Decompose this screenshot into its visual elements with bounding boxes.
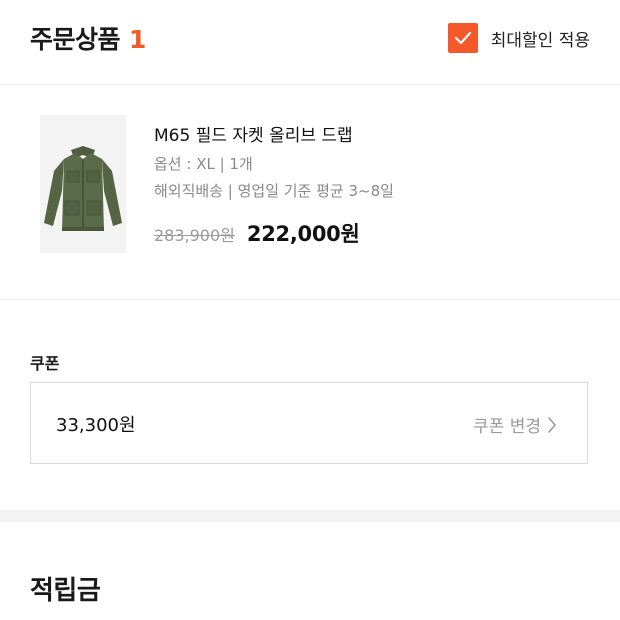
chevron-right-icon [548,416,556,433]
product-option: 옵션 : XL | 1개 [154,155,253,173]
order-products-title: 주문상품 1 [30,20,146,56]
coupon-select-box[interactable]: 33,300원 쿠폰 변경 [30,382,588,464]
points-section-title: 적립금 [30,576,101,606]
max-discount-toggle[interactable]: 최대할인 적용 [447,23,590,53]
product-shipping-info: 해외직배송 | 영업일 기준 평균 3~8일 [154,182,394,200]
coupon-section-label: 쿠폰 [30,354,60,373]
coupon-amount: 33,300원 [56,415,136,436]
max-discount-label[interactable]: 최대할인 적용 [491,26,590,51]
coupon-change-label: 쿠폰 변경 [473,417,541,437]
product-name[interactable]: M65 필드 자켓 올리브 드랩 [154,121,353,146]
original-price: 283,900원 [154,226,235,245]
coupon-change-button[interactable]: 쿠폰 변경 [473,412,557,437]
product-price-row: 283,900원 222,000원 [154,218,360,248]
sale-price: 222,000원 [246,222,360,246]
order-products-title-text: 주문상품 [30,25,121,54]
order-products-header: 주문상품 1 최대할인 적용 [0,0,620,85]
product-image[interactable] [40,115,126,253]
order-product-item: M65 필드 자켓 올리브 드랩 옵션 : XL | 1개 해외직배송 | 영업… [0,85,620,300]
max-discount-checkbox[interactable] [447,23,478,53]
order-product-count: 1 [129,25,146,54]
section-divider [0,510,620,522]
olive-field-jacket-image [40,115,126,253]
checkmark-icon [454,31,471,45]
